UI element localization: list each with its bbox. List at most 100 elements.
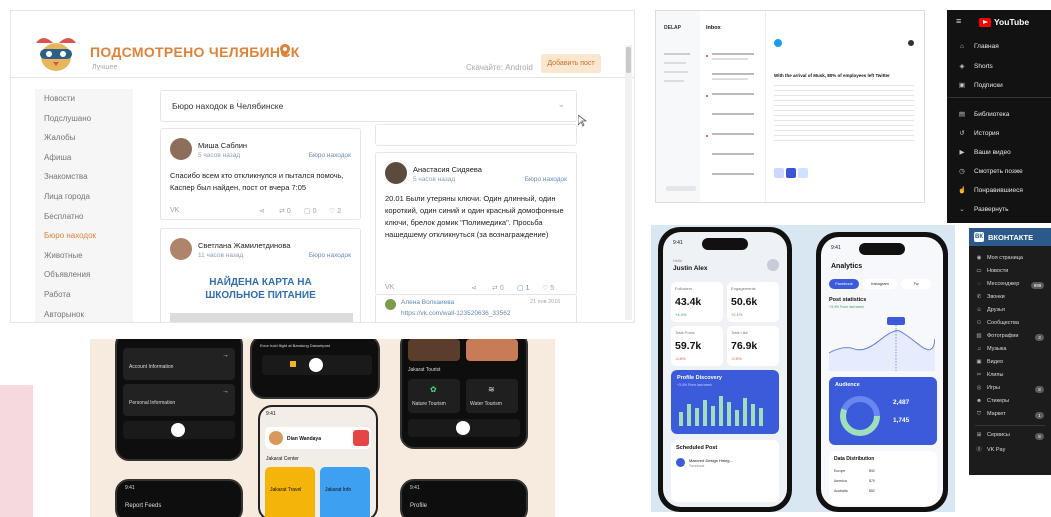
download-link[interactable]: Скачайте: Android [466,63,533,72]
mail-preview[interactable] [712,53,754,55]
nav-expand[interactable]: ⌄ Развернуть [958,205,1008,213]
sidebar-item-faces[interactable]: Лица города [35,187,133,207]
nav-services[interactable]: ⊞ Сервисы [975,432,1010,438]
tab-instagram[interactable]: Instagram [863,279,897,289]
post-author[interactable]: Миша Саблин [198,141,247,150]
nav-friends[interactable]: ☺ Друзья [975,307,1005,313]
nav-watch-later[interactable]: ◷ Смотреть позже [958,167,1023,175]
comment-icon[interactable]: ▢ 1 [517,284,529,292]
commenter-avatar[interactable] [385,299,396,310]
camera-button[interactable] [171,423,185,437]
stat-card[interactable]: Engagements 50.6k +2.1% [727,282,779,322]
stat-card[interactable]: Total Posts 59.7k -0.8% [671,326,723,366]
stat-card[interactable]: Total Like 76.9k -0.5% [727,326,779,366]
post-tag[interactable]: Бюро находок [309,252,351,259]
like-icon[interactable]: ♡ 5 [542,284,554,292]
nav-stickers[interactable]: ☻ Стикеры [975,398,1009,404]
youtube-logo-icon[interactable] [979,18,991,27]
attachment-thumb[interactable] [798,168,808,178]
sidebar-item-complaints[interactable]: Жалобы [35,128,133,148]
avatar[interactable] [385,162,407,184]
nav-library[interactable]: ▤ Библиотека [958,110,1009,118]
avatar[interactable] [767,259,779,271]
vk-icon[interactable]: VK [385,284,394,291]
scrollbar-thumb[interactable] [626,47,631,73]
avatar[interactable] [170,238,192,260]
nav-photos[interactable]: ▨ Фотографии [975,333,1018,339]
sidebar-item-overheard[interactable]: Подслушано [35,109,133,129]
user-chip[interactable] [666,186,696,191]
vk-brand[interactable]: ВКОНТАКТЕ [988,233,1033,242]
nav-liked[interactable]: ☝ Понравившиеся [958,186,1023,194]
post-image[interactable] [170,313,353,322]
repost-icon[interactable]: ⇄ 0 [279,207,291,215]
vk-icon[interactable]: VK [170,207,179,214]
image-tile[interactable] [466,339,518,361]
like-icon[interactable]: ♡ 2 [329,207,341,215]
tile-travel[interactable]: Jakarat Travel [265,467,315,517]
attachment-thumb[interactable] [786,168,796,178]
repost-icon[interactable]: ⇄ 0 [492,284,504,292]
menu-icon[interactable]: ≡ [956,16,961,26]
nav-games[interactable]: ◎ Игры [975,385,1000,391]
nav-messenger[interactable]: ◌ Мессенджер [975,281,1019,287]
comment-author[interactable]: Алена Волкаиева [401,299,454,306]
profile-icon[interactable] [908,40,914,46]
share-icon[interactable]: ⋖ [259,207,265,215]
nav-my-page[interactable]: ◉ Моя страница [975,255,1023,261]
post-author[interactable]: Светлана Жамилетдинова [198,241,290,250]
home-icon[interactable] [290,361,296,367]
nav-news[interactable]: ▭ Новости [975,268,1008,274]
post-author[interactable]: Анастасия Сидяева [413,165,482,174]
camera-button[interactable] [456,421,470,435]
sidebar-item-animals[interactable]: Животные [35,246,133,266]
camera-button[interactable] [309,358,323,372]
chevron-down-icon[interactable]: ⌄ [557,99,565,110]
nav-history[interactable]: ↺ История [958,129,999,137]
nav-vk-pay[interactable]: ⓪ VK Pay [975,445,1005,453]
comment-icon[interactable]: ▢ 0 [304,207,316,215]
nav-home[interactable]: ⌂ Главная [958,43,999,50]
tile-info[interactable]: Jakarat Info [320,467,370,517]
user-card[interactable]: Dian Wandaya [265,427,371,449]
mail-preview[interactable] [712,78,748,80]
mail-preview[interactable] [712,73,754,75]
nav-subscriptions[interactable]: ▣ Подписки [958,81,1003,89]
nav-market[interactable]: ⛉ Маркет [975,411,1006,418]
mail-preview[interactable] [712,58,748,60]
sidebar-item-lost-found[interactable]: Бюро находок [35,226,133,246]
mail-preview[interactable] [712,173,754,175]
sidebar-item-ads[interactable]: Объявления [35,265,133,285]
sidebar-item-free[interactable]: Бесплатно [35,207,133,227]
tile-water[interactable]: Water Tourism ≋ [466,379,518,413]
nav-video[interactable]: ▣ Видео [975,359,1003,365]
post-tag[interactable]: Бюро находок [309,152,351,159]
account-card[interactable]: Account Information → [123,348,235,380]
mail-preview[interactable] [712,93,754,95]
profile-discovery-card[interactable]: Profile Discovery +3.4% From last week [671,370,779,434]
nav-communities[interactable]: ⚇ Сообщества [975,320,1019,326]
feed-header[interactable]: Бюро находок в Челябинске ⌄ [160,90,577,122]
tab-twitter[interactable]: Tw [901,279,931,289]
nav-clips[interactable]: ✂ Клипы [975,372,1004,378]
sidebar-item-news[interactable]: Новости [35,89,133,109]
share-icon[interactable]: ⋖ [471,284,477,292]
audience-card[interactable]: Audience 2,487 1,745 [829,377,937,445]
nav-calls[interactable]: ✆ Звонки [975,294,1005,300]
alert-button[interactable] [353,430,369,446]
sidebar-item-events[interactable]: Афиша [35,148,133,168]
nav-shorts[interactable]: ◈ Shorts [958,62,993,70]
sidebar-item-jobs[interactable]: Работа [35,285,133,305]
vk-logo-icon[interactable]: ВК [974,232,984,242]
sidebar-item-cars[interactable]: Авторынок [35,305,133,322]
mail-preview[interactable] [712,133,754,135]
comment-link[interactable]: https://vk.com/wall-123520636_33562 [401,310,511,317]
mail-preview[interactable] [712,153,754,155]
stat-card[interactable]: Followers 43.4k +4.5% [671,282,723,322]
avatar[interactable] [170,138,192,160]
scrollbar[interactable] [625,45,632,320]
youtube-brand[interactable]: YouTube [994,17,1029,27]
tile-nature[interactable]: Nature Tourism ✿ [408,379,460,413]
image-tile[interactable] [408,339,460,361]
post-tag[interactable]: Бюро находок [525,176,567,183]
